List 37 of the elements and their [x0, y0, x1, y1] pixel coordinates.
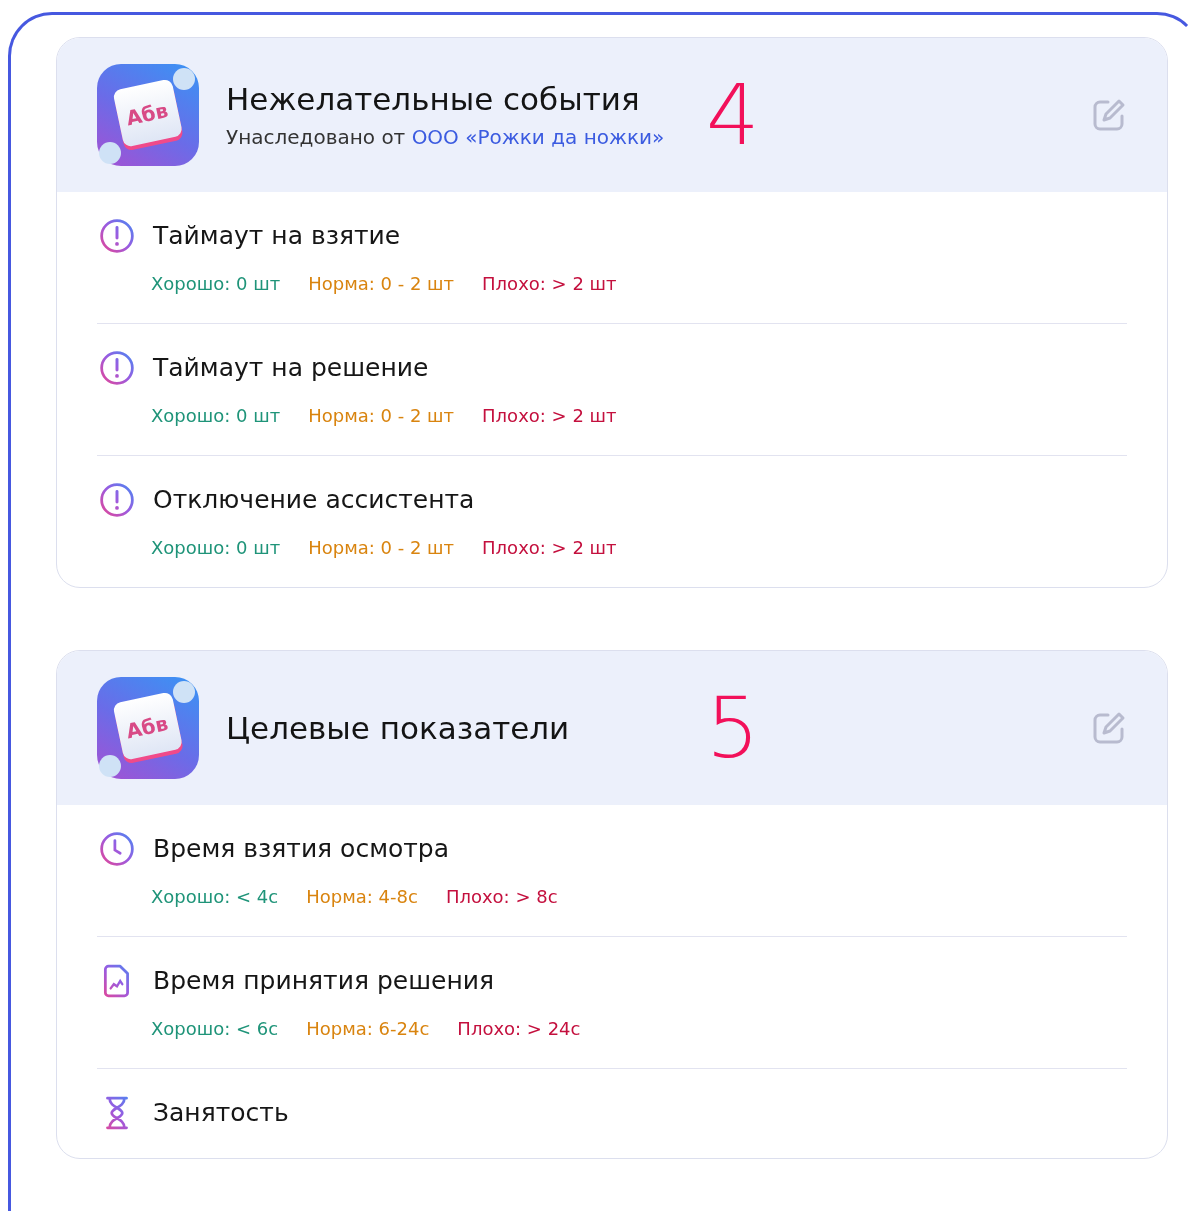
threshold-text: Норма: 0 - 2 шт: [308, 272, 455, 296]
metric-title: Время принятия решения: [153, 965, 495, 997]
alert-icon: [99, 482, 135, 518]
app-logo-icon: [97, 64, 199, 166]
logo-text: Абв: [123, 98, 171, 131]
threshold-text: Плохо: > 2 шт: [482, 404, 617, 428]
metric-title: Таймаут на решение: [153, 352, 429, 384]
threshold-text: Плохо: > 2 шт: [482, 536, 617, 560]
threshold-text: Норма: 4-8с: [306, 885, 418, 909]
metric-title: Занятость: [153, 1097, 289, 1129]
card-title: Целевые показатели: [226, 710, 571, 746]
edit-icon[interactable]: [1091, 97, 1127, 133]
inherited-text: Унаследовано от ООО «Рожки да ножки»: [226, 125, 666, 149]
annotation-number: 5: [706, 679, 760, 777]
metric-title: Отключение ассистента: [153, 484, 475, 516]
threshold-text: Хорошо: 0 шт: [151, 272, 281, 296]
threshold-text: Норма: 0 - 2 шт: [308, 536, 455, 560]
threshold-text: Хорошо: < 6с: [151, 1017, 279, 1041]
metric-title: Время взятия осмотра: [153, 833, 450, 865]
threshold-text: Плохо: > 8с: [445, 885, 558, 909]
threshold-text: Хорошо: < 4с: [151, 885, 279, 909]
threshold-text: Плохо: > 2 шт: [482, 272, 617, 296]
alert-icon: [99, 218, 135, 254]
app-logo-icon: [97, 677, 199, 779]
threshold-text: Хорошо: 0 шт: [151, 536, 281, 560]
metric-title: Таймаут на взятие: [153, 220, 401, 252]
threshold-text: Норма: 0 - 2 шт: [308, 404, 455, 428]
edit-icon[interactable]: [1091, 710, 1127, 746]
threshold-text: Плохо: > 24с: [457, 1017, 581, 1041]
annotation-number: 4: [706, 66, 760, 164]
threshold-text: Норма: 6-24с: [306, 1017, 430, 1041]
organization-link[interactable]: ООО «Рожки да ножки»: [411, 125, 665, 149]
card-title: Нежелательные события: [226, 81, 641, 117]
clock-icon: [99, 831, 135, 867]
alert-icon: [99, 350, 135, 386]
logo-text: Абв: [123, 711, 171, 744]
threshold-text: Хорошо: 0 шт: [151, 404, 281, 428]
